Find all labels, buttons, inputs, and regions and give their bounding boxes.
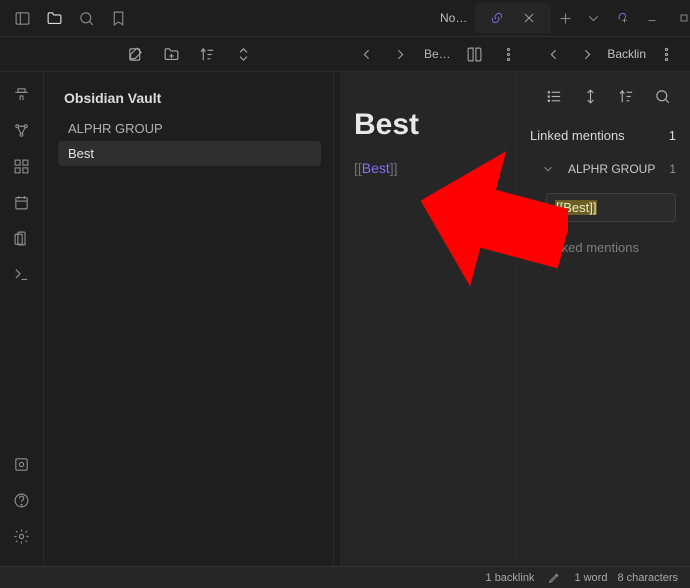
backlinks-tools (516, 72, 690, 116)
search-icon[interactable] (72, 4, 100, 32)
link-icon (483, 4, 511, 32)
file-explorer: Obsidian Vault ALPHR GROUP Best (44, 72, 334, 566)
settings-icon[interactable] (8, 522, 36, 550)
backlink-group[interactable]: ALPHR GROUP 1 (530, 147, 676, 191)
nav-back-icon[interactable] (539, 40, 567, 68)
wikilink-open: [[ (354, 160, 362, 176)
editor-pane[interactable]: Best [[Best]] (340, 72, 515, 566)
expand-icon[interactable] (576, 82, 604, 110)
new-tab-icon[interactable] (551, 4, 579, 32)
bookmark-icon[interactable] (104, 4, 132, 32)
sort-icon[interactable] (612, 82, 640, 110)
tab-strip: No… (432, 3, 607, 33)
match-highlight: [[Best]] (555, 200, 597, 215)
more-icon[interactable] (495, 40, 523, 68)
linked-mentions-label: Linked mentions (530, 128, 625, 143)
new-folder-icon[interactable] (157, 40, 185, 68)
graph-icon[interactable] (8, 116, 36, 144)
titlebar: No… (0, 0, 690, 36)
editor-breadcrumb[interactable]: Be… (420, 47, 455, 61)
daily-note-icon[interactable] (8, 188, 36, 216)
wikilink-close: ]] (390, 160, 398, 176)
chevron-down-icon (534, 155, 562, 183)
explorer-actions (44, 40, 334, 68)
tab-label: No… (440, 11, 467, 25)
command-icon[interactable] (8, 260, 36, 288)
backlinks-breadcrumb[interactable]: Backlin (607, 47, 646, 61)
tab-backlinks[interactable] (475, 3, 551, 33)
quick-switcher-icon[interactable] (8, 80, 36, 108)
ribbon (0, 72, 44, 566)
search-icon[interactable] (648, 82, 676, 110)
note-body[interactable]: [[Best]] (354, 160, 501, 176)
unlinked-mentions-header[interactable]: Unlinked mentions (530, 222, 676, 273)
backlink-group-count: 1 (669, 162, 676, 176)
vault-title: Obsidian Vault (58, 84, 321, 116)
vault-icon[interactable] (8, 450, 36, 478)
backlink-match[interactable]: [[Best]] (546, 193, 676, 222)
new-note-icon[interactable] (121, 40, 149, 68)
tree-item[interactable]: ALPHR GROUP (58, 116, 321, 141)
wikilink[interactable]: Best (362, 160, 390, 176)
files-icon[interactable] (40, 4, 68, 32)
templates-icon[interactable] (8, 224, 36, 252)
sort-icon[interactable] (193, 40, 221, 68)
backlinks-pane: Linked mentions 1 ALPHR GROUP 1 [[Best]]… (515, 72, 690, 566)
nav-back-icon[interactable] (352, 40, 380, 68)
window-minimize[interactable] (637, 3, 667, 33)
linked-mentions-count: 1 (669, 128, 676, 143)
backlink-group-name: ALPHR GROUP (568, 162, 655, 176)
reading-mode-icon[interactable] (461, 40, 489, 68)
sidebar-toggle-icon[interactable] (8, 4, 36, 32)
close-icon[interactable] (515, 4, 543, 32)
status-chars[interactable]: 8 characters (617, 572, 678, 584)
nav-forward-icon[interactable] (386, 40, 414, 68)
window-controls (607, 3, 690, 33)
titlebar-left (2, 4, 132, 32)
collapse-icon[interactable] (229, 40, 257, 68)
window-maximize[interactable] (669, 3, 690, 33)
list-icon[interactable] (540, 82, 568, 110)
backlinks-toolbar: Backlin (539, 40, 690, 68)
status-backlinks[interactable]: 1 backlink (486, 572, 535, 584)
nav-forward-icon[interactable] (573, 40, 601, 68)
tab-note[interactable]: No… (432, 3, 475, 33)
canvas-icon[interactable] (8, 152, 36, 180)
pencil-icon[interactable] (544, 568, 564, 588)
split-add-icon[interactable] (607, 4, 635, 32)
status-bar: 1 backlink 1 word 8 characters (0, 566, 690, 588)
status-words[interactable]: 1 word (574, 572, 607, 584)
help-icon[interactable] (8, 486, 36, 514)
toolbar-secondary: Be… Backlin (0, 36, 690, 72)
tree-item[interactable]: Best (58, 141, 321, 166)
tab-dropdown-icon[interactable] (579, 4, 607, 32)
linked-mentions-header[interactable]: Linked mentions 1 (530, 124, 676, 147)
note-title[interactable]: Best (354, 108, 501, 142)
main: Obsidian Vault ALPHR GROUP Best Best [[B… (0, 72, 690, 566)
editor-toolbar: Be… (334, 40, 523, 68)
more-icon[interactable] (652, 40, 680, 68)
